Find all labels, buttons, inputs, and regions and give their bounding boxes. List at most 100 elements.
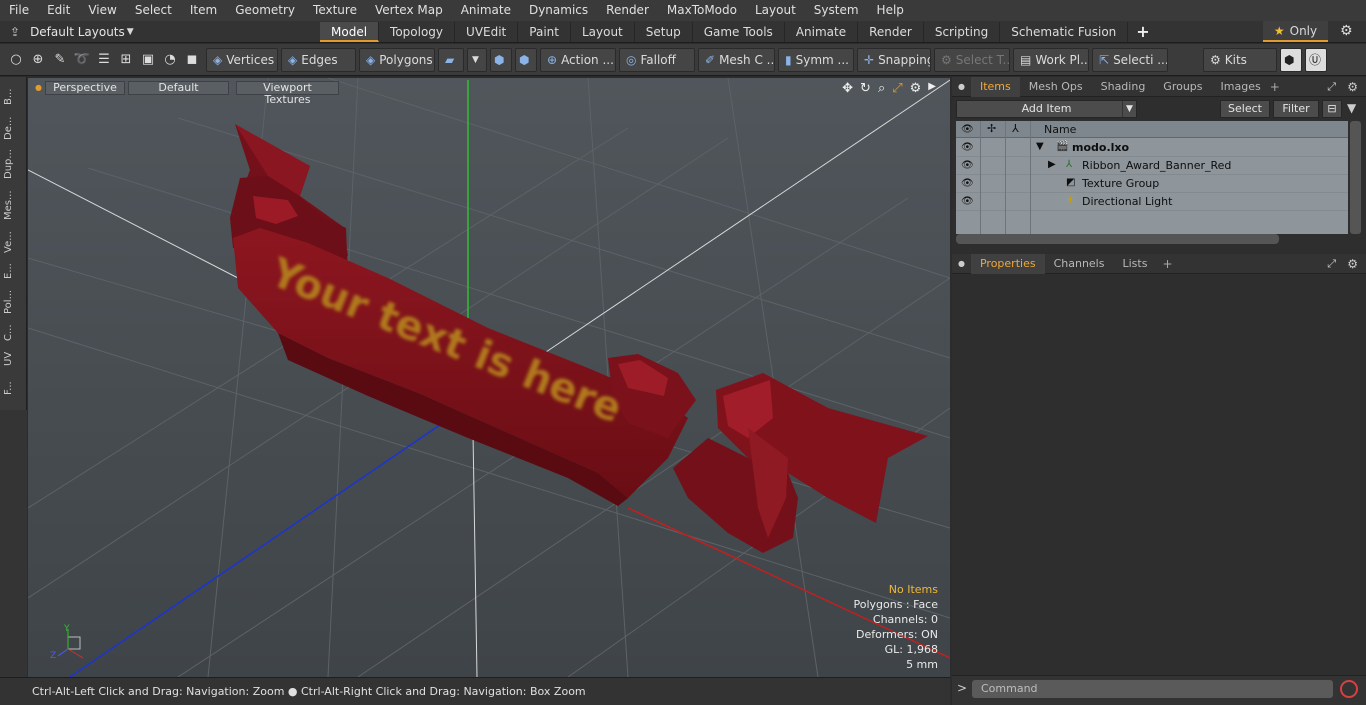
left-tab-basic[interactable]: B...	[3, 83, 23, 111]
tree-row-ribbon[interactable]: 👁 ▶ ⅄ Ribbon_Award_Banner_Red	[956, 157, 1348, 175]
tab-uvedit[interactable]: UVEdit	[455, 21, 519, 42]
left-tab-fusion[interactable]: F...	[3, 373, 23, 403]
circle-select-icon[interactable]: ○	[5, 49, 27, 71]
work-plane-button[interactable]: ▤ Work Pl...	[1013, 47, 1089, 72]
gear-icon[interactable]: ⚙	[1347, 80, 1358, 94]
left-tab-vertex[interactable]: Ve...	[3, 227, 23, 257]
left-tab-mesh[interactable]: Mes...	[3, 185, 23, 225]
tab-animate[interactable]: Animate	[785, 21, 859, 42]
falloff-button[interactable]: ◎ Falloff	[619, 47, 695, 72]
menu-dynamics[interactable]: Dynamics	[520, 0, 597, 21]
tab-topology[interactable]: Topology	[379, 21, 456, 42]
collapse-button[interactable]: ⊟	[1322, 100, 1342, 118]
tree-row-modo-lxo[interactable]: 👁 ▼ 🎬 modo.lxo	[956, 139, 1348, 157]
menu-animate[interactable]: Animate	[452, 0, 520, 21]
visibility-eye-icon[interactable]: 👁	[961, 142, 974, 153]
mode-dropdown[interactable]: ▼	[467, 47, 487, 72]
tab-lists[interactable]: Lists	[1113, 254, 1156, 274]
left-tab-duplicate[interactable]: Dup...	[3, 145, 23, 183]
viewport-textures-dropdown[interactable]: Viewport Textures	[236, 81, 339, 106]
gear-icon[interactable]: ⚙	[1347, 257, 1358, 271]
snap-cube2-button[interactable]: ⬢	[515, 47, 537, 72]
item-mode-button[interactable]: ▰	[438, 47, 464, 72]
menu-render[interactable]: Render	[597, 0, 658, 21]
vertical-scrollbar[interactable]	[1350, 121, 1361, 234]
move-icon[interactable]: ✥	[842, 81, 853, 96]
tab-properties[interactable]: Properties	[970, 253, 1045, 274]
left-tab-edge[interactable]: E...	[3, 259, 23, 283]
collapsed-arrow-icon[interactable]: ▶	[1048, 159, 1056, 170]
action-center-button[interactable]: ⊕ Action ...	[540, 47, 616, 72]
vertices-button[interactable]: ◈ Vertices	[206, 47, 278, 72]
tab-groups[interactable]: Groups	[1154, 77, 1211, 97]
menu-maxtomodo[interactable]: MaxToModo	[658, 0, 746, 21]
sphere-icon[interactable]: ◔	[159, 49, 181, 71]
menu-item[interactable]: Item	[181, 0, 226, 21]
tree-row-directional-light[interactable]: 👁 ☀ Directional Light	[956, 193, 1348, 211]
select-button[interactable]: Select	[1220, 100, 1270, 118]
menu-geometry[interactable]: Geometry	[226, 0, 304, 21]
menu-select[interactable]: Select	[126, 0, 181, 21]
edges-button[interactable]: ◈ Edges	[281, 47, 356, 72]
filter-button[interactable]: Filter	[1273, 100, 1319, 118]
grid-icon[interactable]: ⊞	[115, 49, 137, 71]
lasso-icon[interactable]: ➰	[71, 49, 93, 71]
expand-icon[interactable]: ⤢	[1327, 257, 1336, 271]
menu-vertex-map[interactable]: Vertex Map	[366, 0, 452, 21]
visibility-eye-icon[interactable]: 👁	[961, 196, 974, 207]
mesh-constraint-button[interactable]: ✐ Mesh C ...	[698, 47, 775, 72]
snap-cube-button[interactable]: ⬢	[490, 47, 512, 72]
shading-dropdown[interactable]: Default	[128, 81, 229, 95]
visibility-eye-icon[interactable]: 👁	[961, 160, 974, 171]
tree-row-texture-group[interactable]: 👁 ◩ Texture Group	[956, 175, 1348, 193]
tab-model[interactable]: Model	[320, 21, 380, 42]
tab-paint[interactable]: Paint	[518, 21, 571, 42]
tab-channels[interactable]: Channels	[1045, 254, 1114, 274]
select-through-button[interactable]: ⚙ Select T...	[934, 47, 1010, 72]
menu-texture[interactable]: Texture	[304, 0, 366, 21]
globe-icon[interactable]: ⊕	[27, 49, 49, 71]
kits-button[interactable]: ⚙ Kits	[1203, 47, 1277, 72]
command-input[interactable]: Command	[972, 680, 1333, 698]
add-item-button[interactable]: Add Item ▼	[956, 100, 1137, 118]
tab-setup[interactable]: Setup	[635, 21, 693, 42]
gear-icon[interactable]: ⚙	[910, 81, 922, 96]
left-tab-polygon[interactable]: Pol...	[3, 285, 23, 319]
tab-images[interactable]: Images	[1212, 77, 1270, 97]
add-panel-tab-button[interactable]: +	[1270, 80, 1280, 94]
horizontal-scrollbar[interactable]	[956, 234, 1279, 244]
record-icon[interactable]	[1340, 680, 1358, 698]
tab-layout[interactable]: Layout	[571, 21, 635, 42]
tab-shading[interactable]: Shading	[1092, 77, 1155, 97]
view-type-dropdown[interactable]: Perspective	[45, 81, 125, 95]
only-toggle[interactable]: ★ Only	[1263, 21, 1328, 42]
rotate-icon[interactable]: ↻	[860, 81, 871, 96]
left-tab-curve[interactable]: C...	[3, 321, 23, 345]
add-tab-button[interactable]: +	[1136, 22, 1149, 41]
align-icon[interactable]: ☰	[93, 49, 115, 71]
menu-view[interactable]: View	[79, 0, 125, 21]
selection-sets-button[interactable]: ⇱ Selecti ...	[1092, 47, 1168, 72]
left-tab-deform[interactable]: De...	[3, 113, 23, 143]
expand-icon[interactable]: ⤢	[1327, 80, 1336, 94]
tab-schematic-fusion[interactable]: Schematic Fusion	[1000, 21, 1129, 42]
left-tab-uv[interactable]: UV	[3, 347, 23, 371]
layout-selector[interactable]: ⇪ Default Layouts ▼	[0, 21, 320, 43]
zoom-icon[interactable]: ⌕	[878, 81, 885, 96]
unity-button[interactable]: ⬢	[1280, 47, 1302, 72]
name-column-header[interactable]: Name	[1044, 123, 1076, 136]
polygons-button[interactable]: ◈ Polygons	[359, 47, 435, 72]
visibility-eye-icon[interactable]: 👁	[961, 178, 974, 189]
tab-game-tools[interactable]: Game Tools	[693, 21, 785, 42]
play-arrow-icon[interactable]: ▶	[928, 81, 936, 96]
pen-icon[interactable]: ✎	[49, 49, 71, 71]
frame-icon[interactable]: ▣	[137, 49, 159, 71]
cube-icon[interactable]: ◼	[181, 49, 203, 71]
symmetry-button[interactable]: ▮ Symm ...	[778, 47, 854, 72]
tab-scripting[interactable]: Scripting	[924, 21, 1001, 42]
tab-render[interactable]: Render	[858, 21, 924, 42]
unreal-button[interactable]: Ⓤ	[1305, 47, 1327, 72]
menu-system[interactable]: System	[805, 0, 868, 21]
tab-mesh-ops[interactable]: Mesh Ops	[1020, 77, 1092, 97]
gear-icon[interactable]: ⚙	[1340, 23, 1353, 39]
